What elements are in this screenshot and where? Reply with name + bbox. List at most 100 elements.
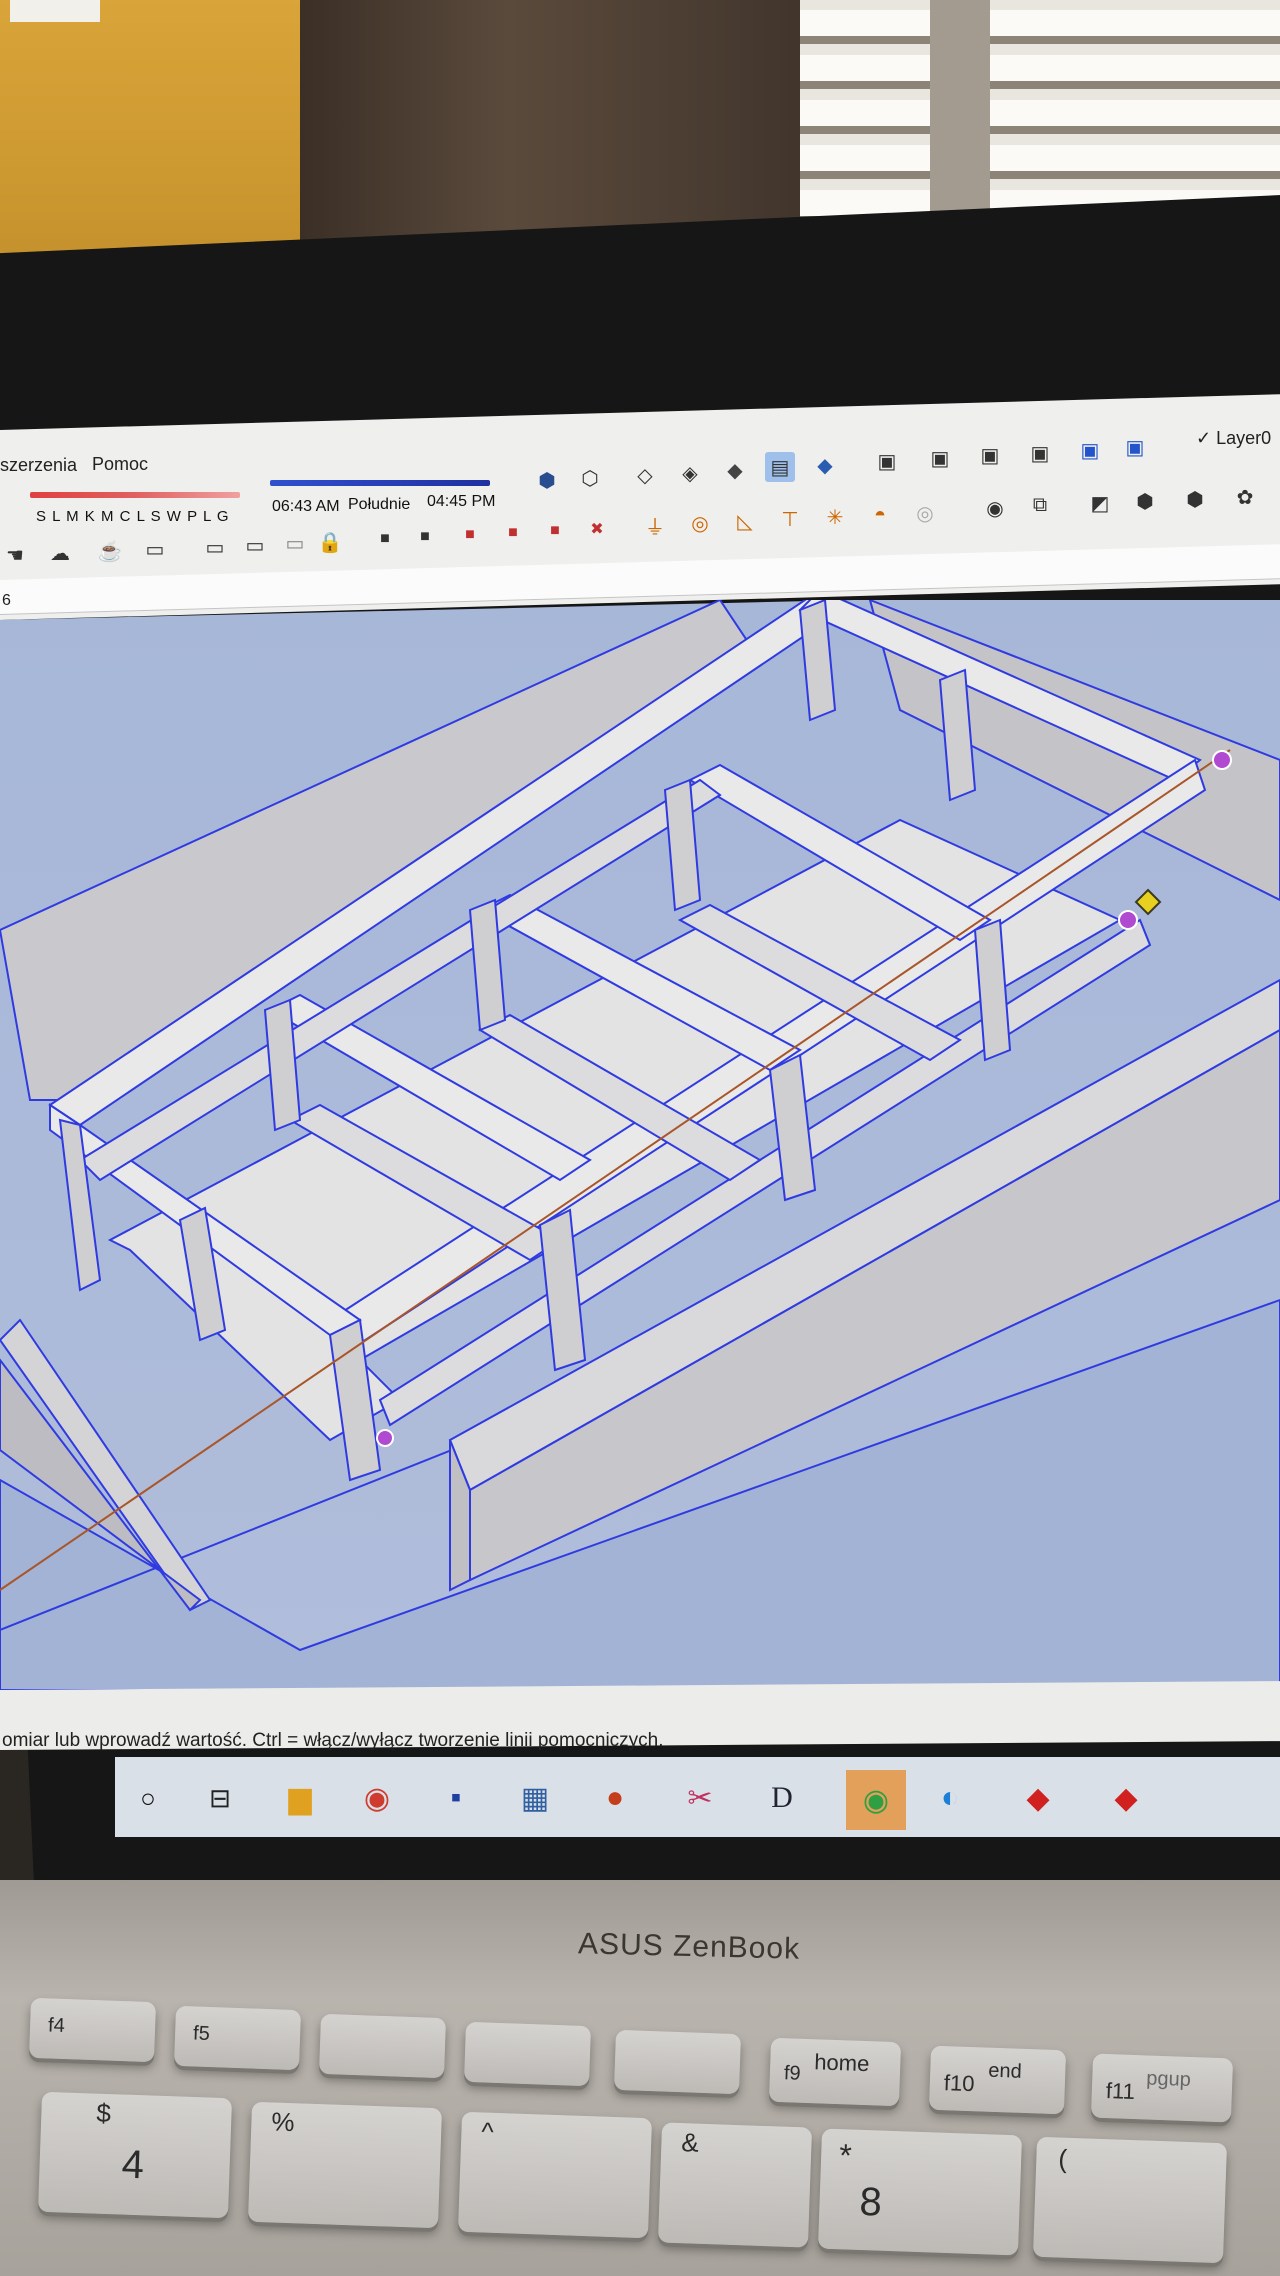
union-icon[interactable]: ▣ <box>1025 438 1055 468</box>
sunrise-time: 06:43 AM <box>272 498 340 515</box>
key-4[interactable]: $ 4 <box>37 2091 233 2219</box>
key-f6[interactable] <box>318 2013 447 2079</box>
key-f7[interactable] <box>463 2021 592 2087</box>
blind-slat <box>800 55 1280 89</box>
snip-icon[interactable]: ✂ <box>680 1778 720 1818</box>
key-f5[interactable]: f5 <box>173 2005 302 2071</box>
viewport[interactable] <box>0 588 1280 1691</box>
month-letters: S L M K M C L S W P L G <box>36 508 230 525</box>
back-view-icon[interactable]: ✿ <box>1230 482 1260 512</box>
key-label: ^ <box>480 2116 495 2147</box>
key-f11-pgup[interactable]: f11 pgup <box>1090 2053 1234 2123</box>
warehouse-icon[interactable]: ☕ <box>95 536 125 566</box>
laptop-brand: ASUS ZenBook <box>577 1927 801 1966</box>
key-f8[interactable] <box>613 2029 742 2095</box>
task-view-icon[interactable]: ⊟ <box>200 1778 240 1818</box>
model-drawing <box>0 588 1280 1691</box>
smoove-icon[interactable]: ⊤ <box>775 504 805 534</box>
key-label: f10 <box>943 2070 975 2097</box>
trim-icon[interactable]: ▣ <box>1120 432 1150 462</box>
key-label: % <box>270 2106 296 2138</box>
from-scratch-icon[interactable]: ◺ <box>730 506 760 536</box>
calculator-icon[interactable]: ▦ <box>515 1778 555 1818</box>
hidden-line-icon[interactable]: ◇ <box>630 460 660 490</box>
sunset-time: 04:45 PM <box>427 493 496 510</box>
chrome-icon[interactable]: ◉ <box>357 1778 397 1818</box>
key-label: 8 <box>858 2179 883 2225</box>
edge-icon[interactable]: ◐ <box>930 1778 970 1818</box>
section-cut-icon[interactable]: ■ <box>410 522 440 552</box>
blind-slat <box>800 100 1280 134</box>
section-display-icon[interactable]: ■ <box>455 520 485 550</box>
folder-icon[interactable]: ▆ <box>280 1778 320 1818</box>
menu-help[interactable]: Pomoc <box>92 454 148 475</box>
monochrome-icon[interactable]: ▤ <box>765 452 795 482</box>
cloud-icon[interactable]: ☁ <box>45 538 75 568</box>
key-8[interactable]: * 8 <box>817 2128 1023 2256</box>
key-f9-home[interactable]: f9 home <box>768 2037 902 2107</box>
key-7[interactable]: & <box>657 2122 813 2248</box>
endpoint-marker <box>1212 750 1232 770</box>
sketchup-icon[interactable]: ◆ <box>1018 1778 1058 1818</box>
section-plane-icon[interactable]: ■ <box>370 524 400 554</box>
key-label: pgup <box>1145 2067 1192 2091</box>
key-f4[interactable]: f4 <box>28 1997 157 2063</box>
subtract-icon[interactable]: ▣ <box>1075 435 1105 465</box>
key-label: f4 <box>47 2014 66 2038</box>
noon-label: Południe <box>348 496 411 513</box>
layout-icon[interactable]: ■ <box>540 516 570 546</box>
powerpoint-icon[interactable]: ● <box>595 1778 635 1818</box>
sketchup-icon-2[interactable]: ◆ <box>1106 1778 1146 1818</box>
blind-slat <box>800 10 1280 44</box>
shaded-icon[interactable]: ◈ <box>675 458 705 488</box>
location-icon[interactable]: ⧉ <box>1025 490 1055 520</box>
lock-icon[interactable]: 🔒 <box>315 527 345 557</box>
flip-edge-icon[interactable]: ◉ <box>980 493 1010 523</box>
key-label: home <box>813 2049 870 2077</box>
check-icon: ✓ <box>1196 428 1212 448</box>
layer-dropdown[interactable]: ✓ Layer0 <box>1196 428 1271 449</box>
shaded-textures-icon[interactable]: ◆ <box>720 455 750 485</box>
front-view-icon[interactable]: ⬢ <box>1130 486 1160 516</box>
styles-icon[interactable]: ▭ <box>240 530 270 560</box>
right-view-icon[interactable]: ⬢ <box>1180 484 1210 514</box>
drape-icon[interactable]: ◓ <box>865 500 895 530</box>
time-slider[interactable] <box>270 480 490 486</box>
status-hint: omiar lub wprowadź wartość. Ctrl = włącz… <box>2 1730 664 1751</box>
save-icon[interactable]: ▪ <box>436 1778 476 1818</box>
hand-pointer-icon[interactable]: ☚ <box>0 540 30 570</box>
wireframe-style-icon[interactable]: ⬡ <box>575 463 605 493</box>
stamp-icon[interactable]: ✳ <box>820 502 850 532</box>
extension-icon[interactable]: ✖ <box>582 514 612 544</box>
from-contours-icon[interactable]: ◎ <box>685 508 715 538</box>
key-label: * <box>838 2137 853 2174</box>
dictionary-icon[interactable]: D <box>762 1778 802 1818</box>
shadow-toggle-icon[interactable]: ▭ <box>280 528 310 558</box>
key-label: f9 <box>783 2062 801 2085</box>
key-label: end <box>987 2059 1023 2083</box>
add-detail-icon[interactable]: ◎ <box>910 498 940 528</box>
intersect-icon[interactable]: ▣ <box>975 440 1005 470</box>
key-label: 4 <box>120 2142 145 2188</box>
key-label: ( <box>1057 2143 1068 2174</box>
outer-shell-icon[interactable]: ▣ <box>925 443 955 473</box>
key-9[interactable]: ( <box>1032 2136 1228 2264</box>
solid-tools-icon[interactable]: ▣ <box>872 446 902 476</box>
top-view-icon[interactable]: ◆ <box>810 450 840 480</box>
circle-icon[interactable]: ○ <box>128 1778 168 1818</box>
endpoint-marker <box>376 1429 394 1447</box>
key-f10-end[interactable]: f10 end <box>928 2045 1067 2115</box>
share-model-icon[interactable]: ▭ <box>140 534 170 564</box>
section-fill-icon[interactable]: ■ <box>498 518 528 548</box>
menu-extensions[interactable]: szerzenia <box>0 455 77 476</box>
xray-style-icon[interactable]: ⬢ <box>532 465 562 495</box>
month-slider[interactable] <box>30 492 240 498</box>
scenes-icon[interactable]: ▭ <box>200 532 230 562</box>
sandbox-icon[interactable]: ⏚ <box>640 510 670 540</box>
key-6[interactable]: ^ <box>457 2111 653 2239</box>
endpoint-marker <box>1118 910 1138 930</box>
wall-sign <box>10 0 100 22</box>
key-5[interactable]: % <box>247 2101 443 2229</box>
whatsapp-icon[interactable]: ◉ <box>846 1770 906 1830</box>
iso-view-icon[interactable]: ◩ <box>1085 488 1115 518</box>
